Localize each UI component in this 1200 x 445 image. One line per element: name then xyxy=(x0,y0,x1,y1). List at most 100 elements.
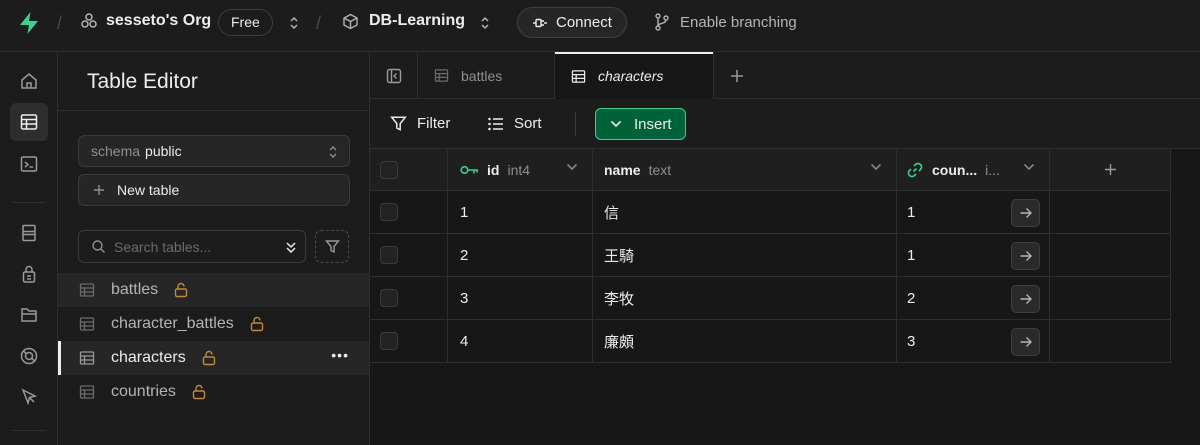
row-checkbox[interactable] xyxy=(380,289,398,307)
filter-icon xyxy=(324,239,340,254)
column-name: id xyxy=(487,161,500,178)
table-item-label: character_battles xyxy=(111,315,234,332)
cell-id[interactable]: 4 xyxy=(448,320,593,363)
chevrons-down-icon[interactable] xyxy=(285,240,297,254)
arrow-right-icon[interactable] xyxy=(1011,285,1040,313)
search-tables-input[interactable] xyxy=(114,238,274,255)
grid-header-row: id int4 name text coun... i... xyxy=(370,149,1171,192)
tab-bar: battles characters xyxy=(370,52,1200,100)
table-search xyxy=(78,230,306,263)
tab-label: characters xyxy=(598,68,664,84)
cell-id[interactable]: 3 xyxy=(448,277,593,320)
row-checkbox[interactable] xyxy=(380,246,398,264)
table-row[interactable]: 4 廉頗 3 xyxy=(370,320,1171,363)
table-item-countries[interactable]: countries xyxy=(58,375,369,409)
lock-icon xyxy=(192,384,206,400)
cell-country-value: 3 xyxy=(907,332,916,350)
insert-label: Insert xyxy=(634,115,672,133)
cell-country[interactable]: 3 xyxy=(897,320,1050,363)
cell-name[interactable]: 信 xyxy=(593,191,897,234)
plus-icon xyxy=(93,184,105,196)
add-tab-icon[interactable] xyxy=(725,64,749,88)
tab-characters[interactable]: characters xyxy=(555,52,714,100)
column-header-name[interactable]: name text xyxy=(593,149,897,191)
table-item-battles[interactable]: battles xyxy=(58,273,369,307)
cursor-icon[interactable] xyxy=(10,378,48,416)
chevron-down-icon[interactable] xyxy=(1023,163,1035,171)
sidebar-divider xyxy=(58,110,370,111)
add-column-button[interactable] xyxy=(1050,149,1171,191)
enable-branching-button[interactable]: Enable branching xyxy=(654,13,797,31)
plug-icon xyxy=(532,17,548,29)
sort-button[interactable]: Sort xyxy=(488,115,542,132)
empty-cell xyxy=(1050,234,1171,277)
project-switch-chevron-icon[interactable] xyxy=(479,15,491,31)
chevron-down-icon[interactable] xyxy=(870,163,882,171)
auth-icon[interactable] xyxy=(10,255,48,293)
arrow-right-icon[interactable] xyxy=(1011,328,1040,356)
arrow-right-icon[interactable] xyxy=(1011,199,1040,227)
sidebar-toggle-icon[interactable] xyxy=(370,52,418,99)
arrow-right-icon[interactable] xyxy=(1011,242,1040,270)
storage-icon[interactable] xyxy=(10,296,48,334)
table-item-characters[interactable]: characters ••• xyxy=(58,341,369,375)
empty-cell xyxy=(1050,320,1171,363)
main-panel: battles characters Filter Sort Insert id… xyxy=(370,52,1200,445)
tab-battles[interactable]: battles xyxy=(418,52,555,99)
git-branch-icon xyxy=(654,13,670,31)
chevron-down-icon[interactable] xyxy=(566,163,578,171)
row-checkbox[interactable] xyxy=(380,203,398,221)
column-header-country[interactable]: coun... i... xyxy=(897,149,1050,191)
cell-country[interactable]: 2 xyxy=(897,277,1050,320)
column-header-id[interactable]: id int4 xyxy=(448,149,593,191)
org-selector[interactable]: sesseto's Org xyxy=(80,12,211,30)
chevron-down-icon xyxy=(610,120,622,128)
table-row[interactable]: 1 信 1 xyxy=(370,191,1171,234)
table-item-character-battles[interactable]: character_battles xyxy=(58,307,369,341)
cell-name[interactable]: 王騎 xyxy=(593,234,897,277)
filter-icon xyxy=(390,115,407,132)
rail-divider xyxy=(12,202,46,203)
cell-id[interactable]: 2 xyxy=(448,234,593,277)
schema-selector[interactable]: schema public xyxy=(78,135,350,167)
filter-tables-button[interactable] xyxy=(315,230,349,263)
row-select-cell xyxy=(370,320,448,363)
cell-id[interactable]: 1 xyxy=(448,191,593,234)
breadcrumb-separator: / xyxy=(57,13,63,33)
realtime-icon[interactable] xyxy=(10,337,48,375)
cell-country[interactable]: 1 xyxy=(897,191,1050,234)
table-row[interactable]: 2 王騎 1 xyxy=(370,234,1171,277)
key-icon xyxy=(460,165,479,175)
cell-name[interactable]: 李牧 xyxy=(593,277,897,320)
supabase-logo-icon[interactable] xyxy=(18,11,40,35)
select-all-checkbox[interactable] xyxy=(380,160,398,179)
table-editor-icon[interactable] xyxy=(10,103,48,141)
lock-icon xyxy=(174,282,188,298)
row-checkbox[interactable] xyxy=(380,332,398,350)
project-selector[interactable]: DB-Learning xyxy=(342,12,465,30)
org-switch-chevron-icon[interactable] xyxy=(288,15,300,31)
row-select-cell xyxy=(370,234,448,277)
row-select-cell xyxy=(370,277,448,320)
row-select-cell xyxy=(370,191,448,234)
table-item-label: countries xyxy=(111,383,176,400)
schema-label: schema xyxy=(91,143,141,159)
insert-button[interactable]: Insert xyxy=(595,108,686,140)
table-list: battles character_battles characters ••• xyxy=(58,273,369,409)
table-row[interactable]: 3 李牧 2 xyxy=(370,277,1171,320)
empty-cell xyxy=(1050,191,1171,234)
home-icon[interactable] xyxy=(10,62,48,100)
filter-button[interactable]: Filter xyxy=(390,115,450,132)
new-table-button[interactable]: New table xyxy=(78,174,350,206)
sql-editor-icon[interactable] xyxy=(10,145,48,183)
org-icon xyxy=(80,12,98,30)
cell-name[interactable]: 廉頗 xyxy=(593,320,897,363)
database-icon[interactable] xyxy=(10,214,48,252)
more-options-icon[interactable]: ••• xyxy=(331,347,349,363)
rail-divider xyxy=(12,430,46,431)
cell-country[interactable]: 1 xyxy=(897,234,1050,277)
column-name: name xyxy=(604,161,641,178)
plus-icon xyxy=(1104,163,1117,176)
connect-button[interactable]: Connect xyxy=(517,7,627,38)
filter-label: Filter xyxy=(417,115,451,132)
